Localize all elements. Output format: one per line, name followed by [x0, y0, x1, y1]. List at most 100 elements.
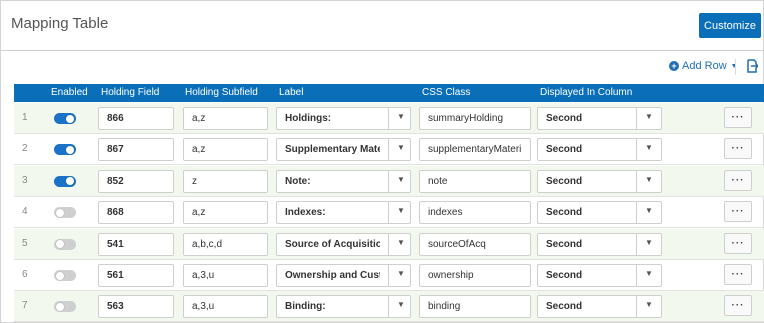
displayed-in-column-value: Second	[546, 238, 583, 250]
customize-button[interactable]: Customize	[699, 13, 761, 38]
css-class-input[interactable]: ownership	[419, 264, 531, 287]
toggle-knob	[56, 208, 64, 217]
table-row: 4 868 a,z Indexes: ▼ indexes Second ▼ ···	[14, 197, 764, 229]
label-select[interactable]: Holdings: ▼	[276, 107, 411, 130]
displayed-in-column-select[interactable]: Second ▼	[537, 107, 662, 130]
holding-subfield-input[interactable]: z	[183, 169, 268, 193]
page-title: Mapping Table	[11, 15, 109, 32]
holding-field-input[interactable]: 866	[98, 107, 174, 130]
enabled-toggle[interactable]	[54, 301, 76, 313]
css-class-input[interactable]: sourceOfAcq	[419, 232, 531, 256]
displayed-in-column-select[interactable]: Second ▼	[537, 264, 662, 287]
row-number: 4	[22, 206, 28, 218]
label-select[interactable]: Indexes: ▼	[276, 201, 411, 225]
holding-field-input[interactable]: 852	[98, 169, 174, 193]
enabled-toggle[interactable]	[54, 113, 76, 124]
label-select-value: Holdings:	[285, 113, 332, 124]
holding-field-input[interactable]: 868	[98, 201, 174, 225]
displayed-in-column-select[interactable]: Second ▼	[537, 201, 662, 225]
select-divider	[388, 296, 389, 318]
row-actions-button[interactable]: ···	[724, 138, 752, 160]
css-class-input[interactable]: indexes	[419, 201, 531, 225]
chevron-down-icon: ▼	[645, 206, 653, 216]
displayed-in-column-value: Second	[546, 207, 583, 219]
label-select-value: Ownership and Custo	[285, 270, 380, 281]
row-actions-button[interactable]: ···	[724, 264, 752, 285]
select-divider	[636, 265, 637, 286]
enabled-toggle[interactable]	[54, 238, 76, 250]
column-header-enabled: Enabled	[51, 87, 88, 98]
row-actions-button[interactable]: ···	[724, 295, 752, 317]
displayed-in-column-value: Second	[546, 175, 583, 187]
row-actions-button[interactable]: ···	[724, 201, 752, 223]
table-row: 6 561 a,3,u Ownership and Custo ▼ ownership Se…	[14, 260, 764, 291]
holding-subfield-input[interactable]: a,z	[183, 201, 268, 225]
enabled-toggle[interactable]	[54, 270, 76, 281]
holding-subfield-input[interactable]: a,z	[183, 138, 268, 162]
table-header: Enabled Holding Field Holding Subfield L…	[14, 84, 764, 102]
displayed-in-column-select[interactable]: Second ▼	[537, 232, 662, 256]
row-number: 1	[22, 112, 28, 123]
holding-subfield-input[interactable]: a,b,c,d	[183, 232, 268, 256]
row-actions-button[interactable]: ···	[724, 169, 752, 191]
toggle-knob	[66, 177, 74, 186]
mapping-table-panel: Mapping Table Customize + Add Row ▼ Enab…	[0, 0, 764, 323]
css-class-input[interactable]: supplementaryMateri	[419, 138, 531, 162]
row-actions-button[interactable]: ···	[724, 232, 752, 254]
displayed-in-column-value: Second	[546, 270, 583, 281]
label-select-value: Note:	[285, 175, 311, 187]
css-class-input[interactable]: summaryHolding	[419, 107, 531, 130]
label-select[interactable]: Ownership and Custo ▼	[276, 264, 411, 287]
label-select[interactable]: Supplementary Mater ▼	[276, 138, 411, 162]
holding-field-input[interactable]: 561	[98, 264, 174, 287]
label-select-value: Indexes:	[285, 207, 326, 219]
column-header-displayed-in-column: Displayed In Column	[540, 87, 633, 98]
holding-field-input[interactable]: 541	[98, 232, 174, 256]
holding-field-input[interactable]: 867	[98, 138, 174, 162]
enabled-toggle[interactable]	[54, 144, 76, 156]
select-divider	[636, 233, 637, 255]
holding-subfield-input[interactable]: a,z	[183, 107, 268, 130]
label-select[interactable]: Note: ▼	[276, 169, 411, 193]
holding-subfield-input[interactable]: a,3,u	[183, 264, 268, 287]
table-toolbar: + Add Row ▼	[1, 51, 764, 84]
plus-circle-icon: +	[669, 61, 679, 71]
enabled-toggle[interactable]	[54, 207, 76, 219]
chevron-down-icon: ▼	[397, 237, 405, 247]
displayed-in-column-select[interactable]: Second ▼	[537, 295, 662, 319]
select-divider	[388, 139, 389, 161]
toggle-knob	[56, 271, 64, 280]
holding-field-input[interactable]: 563	[98, 295, 174, 319]
displayed-in-column-select[interactable]: Second ▼	[537, 169, 662, 193]
chevron-down-icon: ▼	[397, 174, 405, 184]
css-class-input[interactable]: binding	[419, 295, 531, 319]
holding-subfield-input[interactable]: a,3,u	[183, 295, 268, 319]
label-select-value: Source of Acquisition	[285, 238, 380, 250]
toggle-knob	[66, 114, 74, 123]
chevron-down-icon: ▼	[397, 300, 405, 310]
chevron-down-icon: ▼	[397, 269, 405, 278]
row-number: 6	[22, 269, 28, 280]
displayed-in-column-select[interactable]: Second ▼	[537, 138, 662, 162]
chevron-down-icon: ▼	[397, 112, 405, 121]
table-row: 5 541 a,b,c,d Source of Acquisition ▼ sourceO…	[14, 228, 764, 260]
label-select[interactable]: Binding: ▼	[276, 295, 411, 319]
row-number: 7	[22, 300, 28, 312]
column-header-holding-field: Holding Field	[101, 87, 160, 98]
column-header-label: Label	[279, 87, 304, 98]
row-actions-button[interactable]: ···	[724, 107, 752, 128]
css-class-input[interactable]: note	[419, 169, 531, 193]
displayed-in-column-value: Second	[546, 144, 583, 156]
enabled-toggle[interactable]	[54, 175, 76, 187]
panel-header: Mapping Table Customize	[1, 1, 764, 51]
export-icon[interactable]	[746, 59, 758, 73]
label-select[interactable]: Source of Acquisition ▼	[276, 232, 411, 256]
table-row: 3 852 z Note: ▼ note Second ▼ ···	[14, 165, 764, 197]
add-row-label: Add Row	[682, 60, 727, 72]
select-divider	[388, 202, 389, 224]
add-row-button[interactable]: + Add Row ▼	[669, 60, 738, 72]
select-divider	[636, 202, 637, 224]
column-header-css-class: CSS Class	[422, 87, 471, 98]
select-divider	[388, 108, 389, 129]
table-row: 7 563 a,3,u Binding: ▼ binding Second ▼ ···	[14, 291, 764, 323]
